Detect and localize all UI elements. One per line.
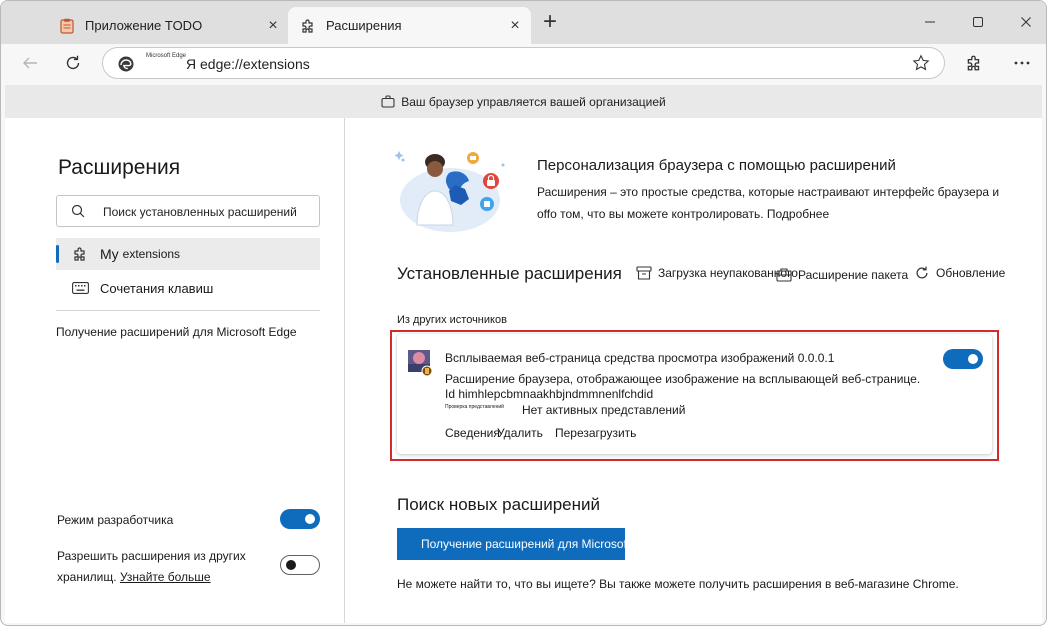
refresh-icon	[914, 265, 930, 281]
load-unpacked-button[interactable]: Загрузка неупакованного	[636, 262, 798, 284]
new-tab-button[interactable]: +	[539, 10, 561, 34]
browser-window: Приложение TODO × Расширения × + Microso…	[0, 0, 1047, 626]
pack-extension-button[interactable]: Расширение пакета	[776, 264, 908, 286]
title-bar: Приложение TODO × Расширения × +	[1, 1, 1046, 44]
briefcase-icon	[381, 95, 395, 108]
search-input[interactable]	[103, 202, 313, 222]
sidebar-title: Расширения	[58, 156, 181, 179]
toggle-knob	[286, 560, 296, 570]
find-text: Не можете найти то, что вы ищете? Вы так…	[397, 577, 959, 591]
toggle-knob	[968, 354, 978, 364]
pack-extension-label: Расширение пакета	[798, 268, 909, 282]
close-icon[interactable]: ×	[507, 17, 523, 34]
sidebar-item-label: My	[100, 246, 119, 262]
browser-toolbar: Microsoft Edge Я edge://extensions	[1, 44, 1046, 82]
search-icon	[71, 204, 85, 223]
address-bar[interactable]: Microsoft Edge Я edge://extensions	[102, 47, 945, 79]
developer-mode-toggle[interactable]	[280, 509, 320, 529]
edge-label: Microsoft Edge	[146, 53, 187, 59]
promo-title: Персонализация браузера с помощью расшир…	[537, 157, 896, 174]
find-new-extensions-title: Поиск новых расширений	[397, 495, 600, 514]
close-icon[interactable]: ×	[265, 17, 281, 34]
toggle-knob	[305, 514, 315, 524]
page-content: Расширения My extensions Сочетания клави…	[5, 118, 1042, 623]
banner-text: Ваш браузер управляется вашей организаци…	[401, 94, 666, 109]
remove-link[interactable]: Удалить	[497, 426, 543, 440]
allow-other-stores-label: Разрешить расширения из других хранилищ.…	[57, 546, 267, 588]
pack-extension-icon	[776, 268, 792, 282]
update-label: Обновление	[936, 266, 1006, 280]
main-panel: Персонализация браузера с помощью расшир…	[346, 118, 1042, 623]
sidebar-item-keyboard-shortcuts[interactable]: Сочетания клавиш	[56, 272, 320, 304]
maximize-button[interactable]	[963, 11, 993, 33]
refresh-button[interactable]	[58, 49, 88, 77]
tab-label: Приложение TODO	[85, 18, 203, 33]
todo-app-icon	[59, 18, 75, 34]
extensions-puzzle-icon	[70, 246, 90, 262]
get-extensions-button[interactable]: Получение расширений для Microsoft Edge	[397, 528, 625, 560]
promo-text: Расширения – это простые средства, котор…	[537, 185, 1000, 221]
tab-todo-app[interactable]: Приложение TODO ×	[47, 7, 289, 44]
extension-enable-toggle[interactable]	[943, 349, 983, 369]
sidebar-item-sublabel: extensions	[122, 247, 181, 261]
close-window-button[interactable]	[1011, 11, 1041, 33]
sidebar-item-label: Сочетания клавиш	[100, 280, 214, 296]
extension-name: Всплываемая веб-страница средства просмо…	[445, 351, 835, 365]
details-link[interactable]: Сведения	[445, 426, 500, 440]
get-extensions-link[interactable]: Получение расширений для Microsoft Edge	[56, 325, 297, 339]
reload-link[interactable]: Перезагрузить	[555, 426, 636, 440]
other-sources-label: Из других источников	[397, 314, 507, 326]
sidebar-divider	[56, 310, 320, 311]
url-text[interactable]: Я edge://extensions	[186, 56, 310, 72]
managed-by-org-banner: Ваш браузер управляется вашей организаци…	[5, 85, 1042, 118]
learn-more-link[interactable]: Узнайте больше	[120, 570, 211, 584]
tab-label: Расширения	[326, 18, 402, 33]
extensions-puzzle-icon	[300, 18, 316, 34]
extension-icon	[408, 350, 432, 376]
sidebar: Расширения My extensions Сочетания клави…	[5, 118, 345, 623]
keyboard-icon	[70, 282, 90, 294]
edge-logo-icon	[117, 55, 135, 73]
extension-id: Id himhlepcbmnaakhbjndmmnenlfchdid	[445, 387, 654, 401]
extension-description: Расширение браузера, отображающее изобра…	[445, 372, 921, 386]
update-button[interactable]: Обновление	[914, 262, 1005, 284]
tab-extensions[interactable]: Расширения ×	[288, 7, 531, 44]
back-button[interactable]	[15, 49, 45, 77]
no-active-views-text: Нет активных представлений	[522, 403, 686, 417]
inspect-views-label: Проверка представлений	[445, 404, 504, 410]
extensions-toolbar-button[interactable]	[959, 49, 989, 77]
favorite-star-icon[interactable]	[912, 54, 930, 72]
developer-mode-label: Режим разработчика	[57, 513, 174, 527]
extensions-illustration	[395, 151, 505, 232]
load-unpacked-icon	[636, 266, 652, 280]
extension-card: Всплываемая веб-страница средства просмо…	[397, 334, 992, 454]
allow-other-stores-toggle[interactable]	[280, 555, 320, 575]
minimize-button[interactable]	[915, 11, 945, 33]
sidebar-item-my-extensions[interactable]: My extensions	[56, 238, 320, 270]
more-menu-button[interactable]	[1007, 49, 1037, 77]
search-field[interactable]	[56, 195, 320, 227]
installed-extensions-title: Установленные расширения	[397, 264, 622, 283]
